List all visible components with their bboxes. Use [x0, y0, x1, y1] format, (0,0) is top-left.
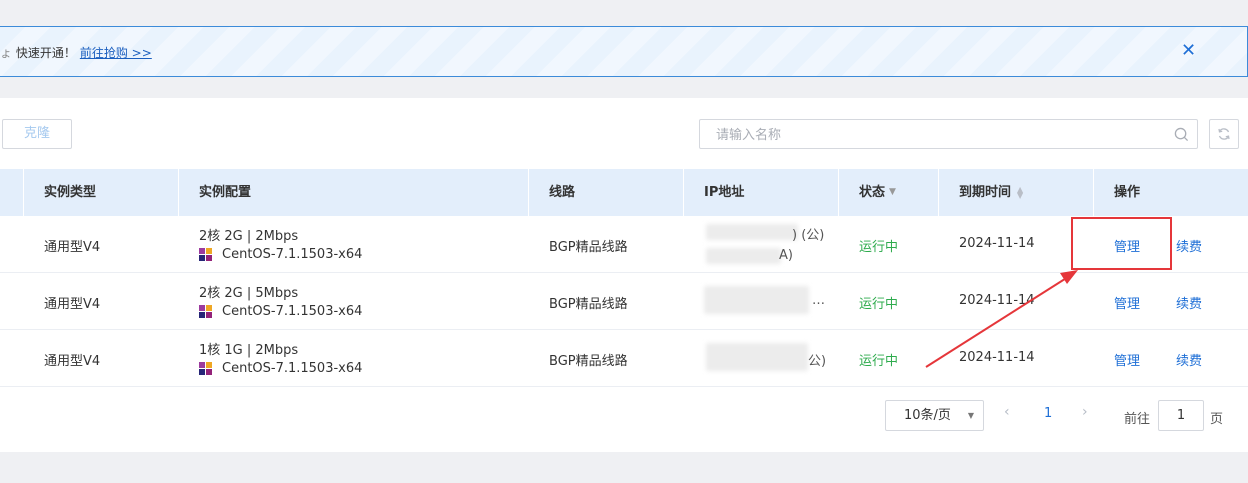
banner-buy-link[interactable]: 前往抢购 >>: [80, 46, 152, 60]
manage-link[interactable]: 管理: [1114, 350, 1140, 369]
instance-os: CentOS-7.1.1503-x64: [199, 247, 362, 262]
header-expire: 到期时间: [959, 185, 1012, 200]
manage-link[interactable]: 管理: [1114, 293, 1140, 312]
page-size-select[interactable]: 10条/页 ▼: [885, 400, 984, 431]
expire-date: 2024-11-14: [959, 293, 1035, 308]
header-expire-sort[interactable]: 到期时间 ▲ ▼: [959, 169, 1023, 216]
table-row: 通用型V4 1核 1G | 2Mbps CentOS-7.1.1503-x64 …: [0, 330, 1248, 387]
centos-icon: [199, 362, 212, 375]
search-input[interactable]: [714, 121, 1158, 149]
line-type: BGP精品线路: [549, 297, 628, 312]
ip-suffix: ) (公): [792, 228, 825, 243]
instance-os: CentOS-7.1.1503-x64: [199, 361, 362, 376]
instance-os: CentOS-7.1.1503-x64: [199, 304, 362, 319]
goto-label: 前往: [1124, 412, 1151, 427]
instance-type: 通用型V4: [44, 240, 101, 255]
renew-link[interactable]: 续费: [1176, 236, 1202, 255]
instance-config: 2核 2G | 5Mbps: [199, 286, 299, 301]
instance-config: 2核 2G | 2Mbps: [199, 229, 299, 244]
header-line: 线路: [549, 185, 576, 200]
status-badge: 运行中: [859, 354, 899, 369]
ip-suffix: …: [812, 293, 825, 308]
refresh-icon: [1218, 128, 1230, 140]
redacted-ip: [704, 286, 809, 314]
close-icon[interactable]: ✕: [1181, 40, 1196, 62]
centos-icon: [199, 305, 212, 318]
header-actions: 操作: [1114, 185, 1141, 200]
os-label: CentOS-7.1.1503-x64: [222, 304, 363, 319]
os-label: CentOS-7.1.1503-x64: [222, 361, 363, 376]
ip-suffix: A): [779, 248, 793, 263]
column-divider: [838, 169, 839, 216]
status-badge: 运行中: [859, 297, 899, 312]
instance-type: 通用型V4: [44, 297, 101, 312]
redacted-ip: [706, 248, 781, 264]
sort-icon: ▲ ▼: [1017, 184, 1024, 200]
clone-button[interactable]: 克隆: [2, 119, 72, 149]
renew-link[interactable]: 续费: [1176, 350, 1202, 369]
goto-page-input[interactable]: [1158, 400, 1204, 431]
banner-message: 快速开通！: [15, 46, 76, 60]
centos-icon: [199, 248, 212, 261]
caret-down-icon: ▼: [889, 187, 896, 197]
table-row: 通用型V4 2核 2G | 5Mbps CentOS-7.1.1503-x64 …: [0, 273, 1248, 330]
column-divider: [938, 169, 939, 216]
line-type: BGP精品线路: [549, 240, 628, 255]
banner-text: ょ 快速开通！ 前往抢购 >>: [0, 44, 152, 61]
column-divider: [178, 169, 179, 216]
column-divider: [683, 169, 684, 216]
status-badge: 运行中: [859, 240, 899, 255]
prev-page-icon[interactable]: ‹: [1004, 404, 1010, 420]
table-header: 实例类型 实例配置 线路 IP地址 状态 ▼ 到期时间 ▲ ▼ 操作: [0, 169, 1248, 216]
header-instance-type: 实例类型: [44, 185, 97, 200]
search-icon[interactable]: [1174, 127, 1189, 142]
header-status-filter[interactable]: 状态 ▼: [859, 169, 896, 216]
expire-date: 2024-11-14: [959, 236, 1035, 251]
instance-panel: 克隆 实例类型 实例配置 线路 IP地址 状态▼ 到期时间▲▼: [0, 98, 1248, 452]
column-divider: [23, 169, 24, 216]
caret-down-icon: ▼: [967, 411, 974, 420]
banner-cut-glyph: ょ: [0, 46, 13, 60]
renew-link[interactable]: 续费: [1176, 293, 1202, 312]
column-divider: [528, 169, 529, 216]
redacted-ip: [706, 343, 808, 371]
next-page-icon[interactable]: ›: [1082, 404, 1088, 420]
refresh-button[interactable]: [1209, 119, 1239, 149]
table-row: 通用型V4 2核 2G | 2Mbps CentOS-7.1.1503-x64 …: [0, 216, 1248, 273]
search-box: [699, 119, 1198, 149]
expire-date: 2024-11-14: [959, 350, 1035, 365]
page-unit-label: 页: [1210, 412, 1224, 427]
instance-type: 通用型V4: [44, 354, 101, 369]
page-size-label: 10条/页: [904, 408, 951, 423]
instance-config: 1核 1G | 2Mbps: [199, 343, 299, 358]
ip-suffix: 公): [808, 354, 827, 369]
header-ip: IP地址: [704, 185, 745, 200]
column-divider: [1093, 169, 1094, 216]
line-type: BGP精品线路: [549, 354, 628, 369]
page-number-current[interactable]: 1: [1044, 406, 1052, 421]
promo-banner: ょ 快速开通！ 前往抢购 >> ✕: [0, 26, 1248, 77]
annotation-highlight-box: [1071, 217, 1172, 270]
header-status: 状态: [859, 185, 886, 200]
os-label: CentOS-7.1.1503-x64: [222, 247, 363, 262]
redacted-ip: [706, 224, 798, 240]
header-instance-config: 实例配置: [199, 185, 252, 200]
